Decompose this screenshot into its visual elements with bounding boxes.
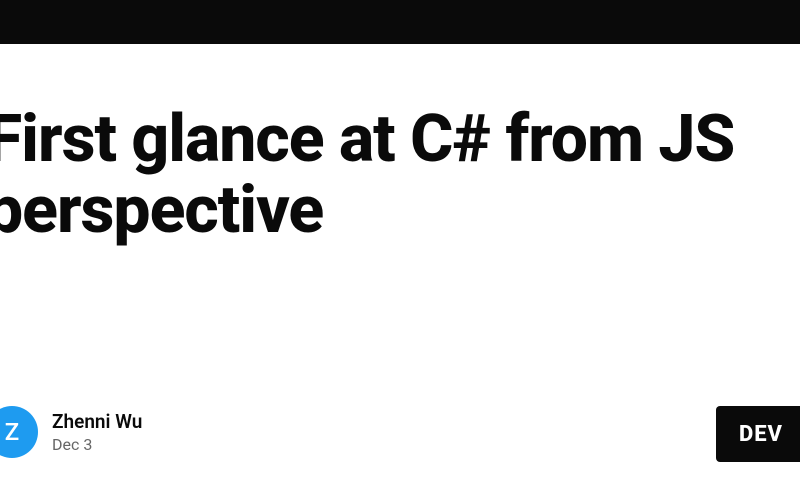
brand-label: DEV	[739, 422, 783, 447]
author-name[interactable]: Zhenni Wu	[52, 410, 142, 433]
author-meta: Zhenni Wu Dec 3	[52, 410, 142, 454]
author-avatar[interactable]: Z	[0, 406, 38, 458]
article-card: First glance at C# from JS perspective Z…	[0, 44, 800, 500]
top-bar	[0, 0, 800, 44]
author-initial: Z	[5, 418, 19, 446]
author-block: Z Zhenni Wu Dec 3	[0, 406, 142, 458]
brand-badge[interactable]: DEV	[716, 406, 800, 462]
article-title: First glance at C# from JS perspective	[0, 104, 800, 247]
publish-date: Dec 3	[52, 435, 142, 454]
